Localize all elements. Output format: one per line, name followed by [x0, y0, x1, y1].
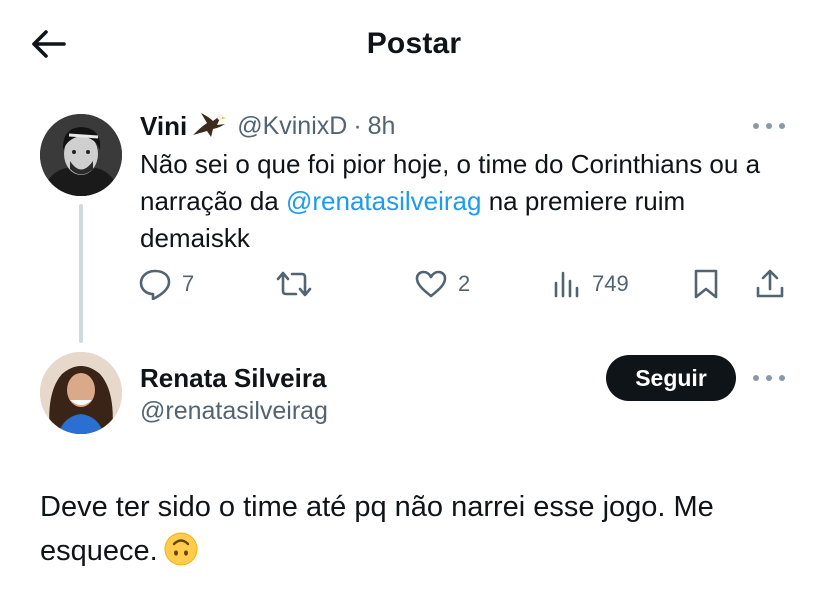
thread-line	[79, 204, 83, 343]
like-button[interactable]: 2	[414, 266, 470, 302]
author-handle[interactable]: @renatasilveirag	[140, 397, 328, 426]
bookmark-button[interactable]	[692, 266, 720, 302]
more-options-icon[interactable]	[753, 368, 785, 388]
mention-link[interactable]: @renatasilveirag	[286, 186, 481, 216]
tweet-time[interactable]: 8h	[368, 112, 396, 141]
separator-dot: ·	[353, 111, 362, 140]
more-options-icon[interactable]	[753, 116, 785, 136]
reply-count: 7	[182, 271, 195, 296]
page-title: Postar	[366, 27, 462, 60]
retweet-icon	[276, 271, 312, 297]
views-count: 749	[592, 271, 629, 296]
tweet-header: Vini @KvinixD · 8h	[140, 110, 395, 142]
eagle-emoji-icon	[191, 109, 227, 144]
reply-icon	[139, 269, 171, 300]
heart-icon	[415, 270, 447, 298]
retweet-button[interactable]	[274, 266, 324, 302]
reply-text-block: Deve ter sido o time até pq não narrei e…	[40, 485, 800, 579]
avatar[interactable]	[40, 352, 122, 434]
reply-text: Deve ter sido o time até pq não narrei e…	[40, 491, 714, 567]
upside-down-face-icon	[164, 532, 198, 579]
tweet-text: Não sei o que foi pior hoje, o time do C…	[140, 146, 800, 257]
share-button[interactable]	[754, 266, 786, 302]
reply-button[interactable]: 7	[138, 266, 194, 302]
bookmark-icon	[694, 269, 718, 299]
author-name[interactable]: Renata Silveira	[140, 363, 326, 394]
author-name[interactable]: Vini	[140, 111, 187, 142]
avatar[interactable]	[40, 114, 122, 196]
follow-button[interactable]: Seguir	[606, 355, 736, 401]
views-button[interactable]: 749	[552, 266, 629, 302]
views-chart-icon	[554, 271, 579, 298]
share-icon	[756, 269, 784, 298]
author-handle[interactable]: @KvinixD	[237, 112, 347, 141]
like-count: 2	[458, 271, 471, 296]
